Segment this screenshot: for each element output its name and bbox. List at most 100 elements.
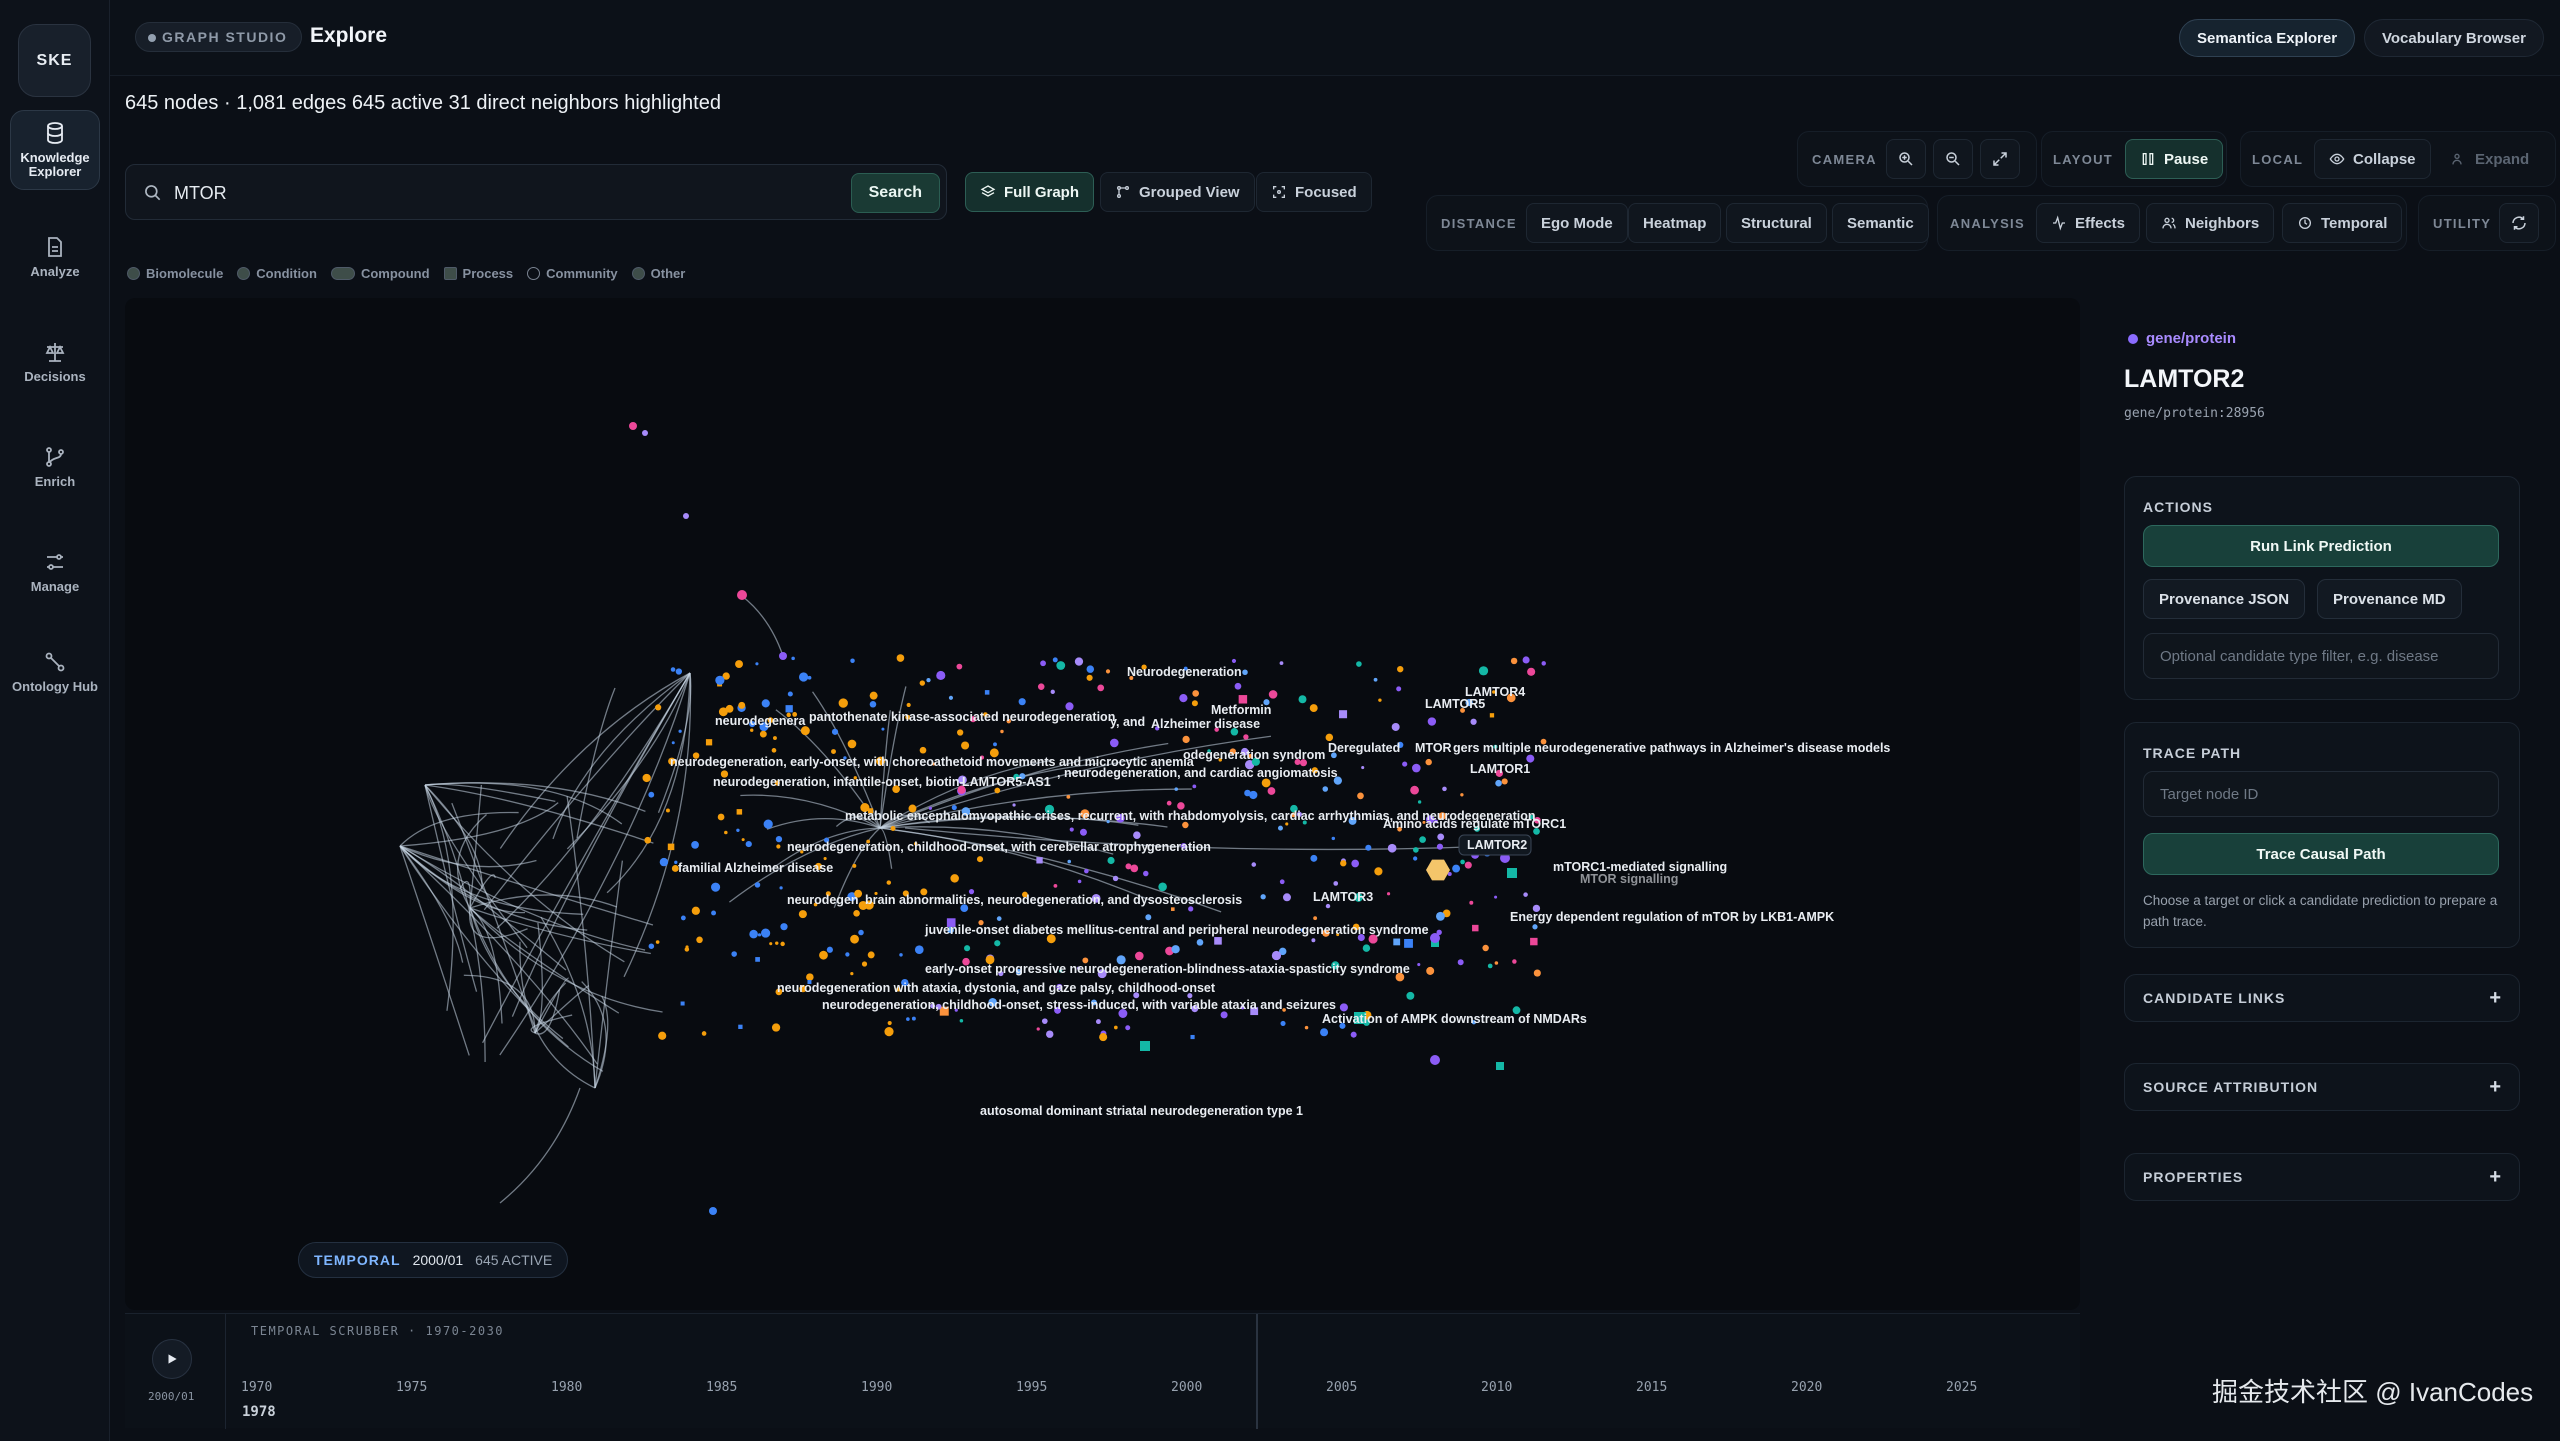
graph-node[interactable] bbox=[1084, 868, 1089, 874]
graph-node[interactable] bbox=[926, 677, 931, 683]
graph-node[interactable] bbox=[1452, 864, 1461, 873]
graph-node[interactable] bbox=[779, 652, 787, 660]
graph-node[interactable] bbox=[1079, 828, 1087, 836]
graph-node[interactable] bbox=[1143, 870, 1149, 877]
graph-node[interactable] bbox=[1110, 738, 1119, 748]
node-label[interactable]: early-onset progressive neurodegeneratio… bbox=[925, 962, 1410, 976]
trace-causal-path-button[interactable]: Trace Causal Path bbox=[2143, 833, 2499, 875]
graph-node[interactable] bbox=[1282, 893, 1291, 902]
graph-node[interactable] bbox=[711, 910, 717, 916]
graph-node[interactable] bbox=[964, 945, 971, 952]
graph-node[interactable] bbox=[1052, 657, 1058, 663]
graph-node[interactable] bbox=[1279, 879, 1285, 885]
graph-node[interactable] bbox=[1000, 729, 1004, 734]
graph-node[interactable] bbox=[1393, 938, 1401, 946]
graph-node[interactable] bbox=[701, 1031, 707, 1036]
graph-node[interactable] bbox=[831, 749, 836, 754]
node-label[interactable]: Amino acids regulate mTORC1 bbox=[1383, 817, 1566, 831]
temporal-button[interactable]: Temporal bbox=[2282, 203, 2403, 243]
graph-node[interactable] bbox=[1413, 847, 1419, 853]
node-label[interactable]: familial Alzheimer disease bbox=[678, 861, 833, 875]
node-label[interactable]: neurodegeneration, infantile-onset, biot… bbox=[713, 775, 964, 789]
legend-item-process[interactable]: Process bbox=[443, 266, 513, 281]
node-label[interactable]: autosomal dominant striatal neurodegener… bbox=[980, 1104, 1303, 1118]
graph-node[interactable] bbox=[1050, 689, 1055, 694]
search-input[interactable] bbox=[174, 175, 754, 211]
graph-node[interactable] bbox=[890, 825, 896, 831]
graph-node[interactable] bbox=[1086, 665, 1095, 673]
graph-node[interactable] bbox=[731, 951, 737, 957]
graph-node[interactable] bbox=[1413, 856, 1418, 861]
graph-node[interactable] bbox=[1077, 879, 1082, 884]
graph-node[interactable] bbox=[976, 856, 984, 863]
graph-node[interactable] bbox=[779, 886, 783, 890]
graph-node[interactable] bbox=[642, 430, 648, 436]
graph-node[interactable] bbox=[819, 950, 828, 960]
node-label[interactable]: Metformin bbox=[1211, 703, 1271, 717]
graph-node[interactable] bbox=[1340, 860, 1347, 867]
graph-node[interactable] bbox=[1437, 833, 1445, 841]
graph-node[interactable] bbox=[642, 773, 651, 783]
graph-node[interactable] bbox=[1234, 682, 1242, 690]
graph-node[interactable] bbox=[884, 1027, 894, 1037]
graph-node[interactable] bbox=[1040, 660, 1046, 667]
node-label[interactable]: neurodegeneration, childhood-onset, with… bbox=[787, 840, 1148, 854]
graph-node[interactable] bbox=[1469, 900, 1474, 905]
graph-node[interactable] bbox=[1541, 661, 1546, 666]
graph-node[interactable] bbox=[1532, 924, 1538, 930]
graph-node[interactable] bbox=[1417, 962, 1421, 967]
graph-node[interactable] bbox=[867, 951, 875, 959]
run-link-prediction-button[interactable]: Run Link Prediction bbox=[2143, 525, 2499, 567]
rail-item-knowledge-explorer[interactable]: Knowledge Explorer bbox=[10, 110, 100, 190]
plus-icon[interactable]: + bbox=[2489, 987, 2501, 1010]
graph-node[interactable] bbox=[1507, 868, 1517, 878]
graph-node[interactable] bbox=[738, 701, 746, 709]
graph-node[interactable] bbox=[1188, 906, 1194, 912]
plus-icon[interactable]: + bbox=[2489, 1076, 2501, 1099]
graph-node[interactable] bbox=[1430, 1055, 1440, 1065]
graph-node[interactable] bbox=[858, 929, 864, 936]
graph-node[interactable] bbox=[1018, 698, 1026, 706]
node-label[interactable]: Deregulated bbox=[1328, 741, 1400, 755]
grouped-view-button[interactable]: Grouped View bbox=[1100, 172, 1255, 212]
graph-node[interactable] bbox=[1271, 950, 1282, 961]
selected-node-lamtor2[interactable] bbox=[1426, 859, 1450, 881]
graph-node[interactable] bbox=[671, 741, 675, 745]
graph-node[interactable] bbox=[1325, 733, 1334, 742]
node-label[interactable]: Alzheimer disease bbox=[1151, 717, 1260, 731]
node-label[interactable]: brain abnormalities, neurodegeneration, … bbox=[865, 893, 1242, 907]
graph-node[interactable] bbox=[1427, 717, 1437, 726]
rail-item-ontology-hub[interactable]: Ontology Hub bbox=[10, 640, 100, 704]
graph-node[interactable] bbox=[655, 940, 660, 944]
search-button[interactable]: Search bbox=[850, 173, 940, 213]
semantic-button[interactable]: Semantic bbox=[1832, 203, 1929, 243]
graph-node[interactable] bbox=[1037, 683, 1045, 690]
graph-node[interactable] bbox=[749, 929, 758, 939]
graph-node[interactable] bbox=[1378, 698, 1382, 702]
node-label[interactable]: neurodegeneration with ataxia, dystonia,… bbox=[777, 981, 1216, 995]
graph-node[interactable] bbox=[655, 704, 662, 711]
graph-node[interactable] bbox=[1494, 895, 1498, 899]
vocabulary-browser-button[interactable]: Vocabulary Browser bbox=[2364, 19, 2544, 57]
target-node-input[interactable] bbox=[2143, 771, 2499, 817]
node-label[interactable]: neurodegen bbox=[787, 893, 859, 907]
graph-node[interactable] bbox=[831, 728, 839, 735]
graph-node[interactable] bbox=[680, 915, 686, 921]
graph-node[interactable] bbox=[1313, 916, 1318, 921]
graph-node[interactable] bbox=[1425, 758, 1432, 766]
graph-node[interactable] bbox=[629, 422, 637, 430]
scrubber-track[interactable]: TEMPORAL SCRUBBER · 1970-2030 1970 1975 19… bbox=[225, 1314, 2080, 1429]
graph-node[interactable] bbox=[658, 1031, 667, 1040]
graph-node[interactable] bbox=[1322, 786, 1329, 792]
node-label[interactable]: neurodegenera bbox=[715, 714, 806, 728]
graph-node[interactable] bbox=[1086, 674, 1093, 681]
graph-node[interactable] bbox=[1135, 951, 1144, 961]
graph-node[interactable] bbox=[826, 946, 833, 953]
graph-node[interactable] bbox=[984, 690, 990, 695]
graph-node[interactable] bbox=[1041, 1018, 1048, 1025]
graph-node[interactable] bbox=[1396, 686, 1402, 692]
graph-node[interactable] bbox=[683, 513, 689, 519]
graph-node[interactable] bbox=[1158, 882, 1167, 892]
graph-node[interactable] bbox=[736, 828, 740, 833]
graph-node[interactable] bbox=[1478, 666, 1489, 676]
